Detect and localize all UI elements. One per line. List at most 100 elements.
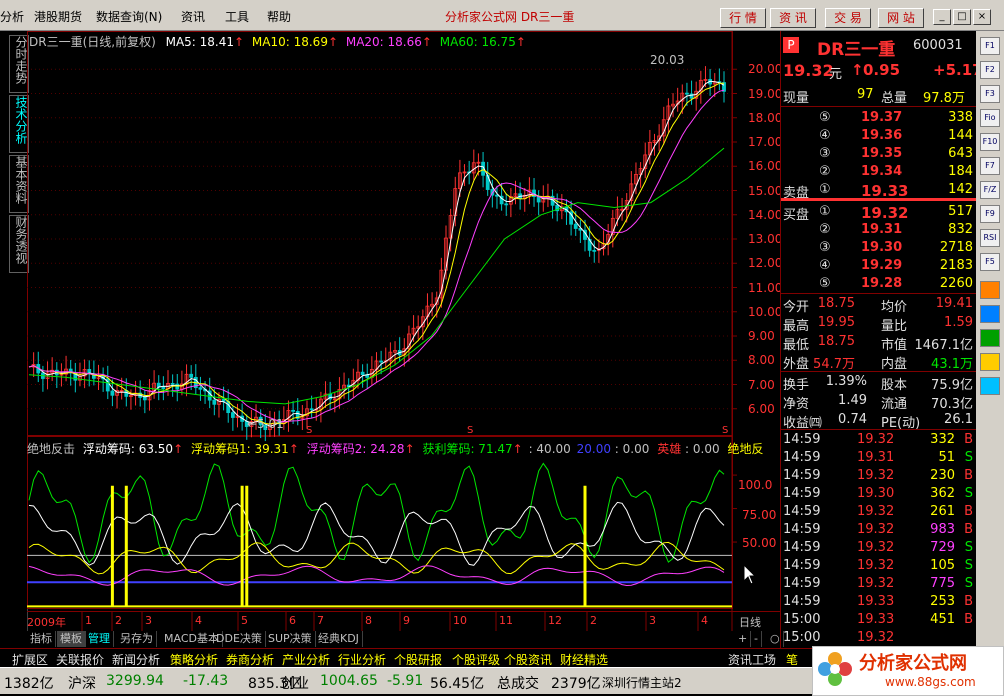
candle-body xyxy=(309,408,314,411)
toolbar-f10-icon[interactable]: F10 xyxy=(980,133,1000,151)
toolbar-fio-icon[interactable]: Fio xyxy=(980,109,1000,127)
tab-8[interactable]: 经典KDJ xyxy=(315,631,363,647)
level-number: ① xyxy=(819,182,831,197)
x-axis-label: 10 xyxy=(453,614,467,627)
minimize-icon[interactable]: _ xyxy=(933,9,951,25)
func-item[interactable]: 策略分析 xyxy=(170,651,218,668)
indicator-name: 绝地反击 xyxy=(27,442,76,456)
toolbar-f1-icon[interactable]: F1 xyxy=(980,37,1000,55)
menu-item-hk-futures[interactable]: 港股期货 xyxy=(34,8,82,25)
maximize-icon[interactable]: □ xyxy=(953,9,971,25)
tab-technical[interactable]: 技术分析 xyxy=(9,95,29,153)
tab-intraday[interactable]: 分时走势 xyxy=(9,35,29,93)
y-tick-label: 14.00 xyxy=(748,207,783,222)
bid-volume: 2260 xyxy=(939,276,973,291)
tick-side: B xyxy=(964,594,973,609)
close-icon[interactable]: × xyxy=(973,9,991,25)
func-item[interactable]: 资讯工场 xyxy=(728,651,776,668)
total-turnover-value: 2379亿 xyxy=(551,676,601,692)
func-item[interactable]: 财经精选 xyxy=(560,651,608,668)
func-item[interactable]: 个股研报 xyxy=(394,651,442,668)
toolbar-f7-icon[interactable]: F7 xyxy=(980,157,1000,175)
stat-value: 1467.1亿 xyxy=(914,338,974,353)
ask-volume: 144 xyxy=(948,128,973,143)
toolbar-shortcut-icon[interactable] xyxy=(980,353,1000,371)
tick-volume: 51 xyxy=(938,450,955,465)
trade-button[interactable]: 交 易 xyxy=(825,8,871,28)
tab-profile[interactable]: 基本资料 xyxy=(9,155,29,213)
ask-volume: 142 xyxy=(948,182,973,197)
info-button[interactable]: 资 讯 xyxy=(770,8,816,28)
server-name[interactable]: 深圳行情主站2 xyxy=(602,674,682,691)
tab-4[interactable]: 另存为 xyxy=(117,631,157,647)
kline-chart xyxy=(27,31,780,631)
toolbar-rsi-icon[interactable]: RSI xyxy=(980,229,1000,247)
logo-url: www.88gs.com xyxy=(885,675,976,689)
low-price-label: ←5.01 xyxy=(247,417,284,431)
toolbar-shortcut-icon[interactable] xyxy=(980,377,1000,395)
tick-row: 14:59 19.32 775 S xyxy=(781,575,977,593)
zoom-in-button[interactable]: + xyxy=(735,631,752,647)
func-item[interactable]: 笔 xyxy=(786,651,798,668)
y-tick-label: 19.00 xyxy=(748,86,783,101)
bid-row: ④ 19.29 2183 xyxy=(781,257,977,275)
candle-body xyxy=(291,409,296,412)
menu-item-data-query[interactable]: 数据查询(N) xyxy=(96,8,162,25)
website-button[interactable]: 网 站 xyxy=(878,8,924,28)
zoom-out-button[interactable]: - xyxy=(751,631,762,647)
now-volume-label: 现量 xyxy=(783,91,810,106)
toolbar-f3-icon[interactable]: F3 xyxy=(980,85,1000,103)
stat-value: 19.95 xyxy=(817,315,855,330)
toolbar-fz-icon[interactable]: F/Z xyxy=(980,181,1000,199)
func-item[interactable]: 个股评级 xyxy=(452,651,500,668)
candle-body xyxy=(360,371,365,376)
menu-item-news[interactable]: 资讯 xyxy=(181,8,205,25)
mouse-cursor-icon xyxy=(743,564,757,585)
y-tick-label: 9.00 xyxy=(748,329,775,343)
toolbar-shortcut-icon[interactable] xyxy=(980,281,1000,299)
period-label[interactable]: 日线 xyxy=(739,614,761,630)
func-item[interactable]: 行业分析 xyxy=(338,651,386,668)
tick-time: 14:59 xyxy=(783,540,821,555)
func-item[interactable]: 关联报价 xyxy=(56,651,104,668)
tab-6[interactable]: DDE决策 xyxy=(213,631,266,647)
y-tick-label: 17.00 xyxy=(748,135,783,149)
tab-7[interactable]: SUP决策 xyxy=(265,631,316,647)
stat-row: 最低 18.75 市值 1467.1亿 xyxy=(781,333,977,353)
chart-area: DR三一重(日线,前复权) MA5: 18.41↑ MA10: 18.69↑ M… xyxy=(27,31,783,632)
menu-item-tools[interactable]: 工具 xyxy=(225,8,249,25)
tab-finance[interactable]: 财务透视 xyxy=(9,215,29,273)
func-item[interactable]: 个股资讯 xyxy=(504,651,552,668)
tick-row: 14:59 19.31 51 S xyxy=(781,449,977,467)
x-axis-label: 11 xyxy=(499,614,513,627)
y-tick-label: 10.00 xyxy=(748,304,783,319)
tab-3[interactable]: 管理 xyxy=(85,631,114,647)
func-item[interactable]: 新闻分析 xyxy=(112,651,160,668)
func-item[interactable]: 产业分析 xyxy=(282,651,330,668)
y-tick-label: 20.00 xyxy=(748,62,783,77)
fin-label: 流通 xyxy=(881,397,908,412)
toolbar-f9-icon[interactable]: F9 xyxy=(980,205,1000,223)
menu-item-help[interactable]: 帮助 xyxy=(267,8,291,25)
tick-time: 14:59 xyxy=(783,450,821,465)
toolbar-shortcut-icon[interactable] xyxy=(980,329,1000,347)
toolbar-f5-icon[interactable]: F5 xyxy=(980,253,1000,271)
tab-1[interactable]: 指标 xyxy=(27,631,56,647)
signal-s-mark: S xyxy=(722,425,729,436)
menu-bar: 分析 港股期货 数据查询(N) 资讯 工具 帮助 分析家公式网 DR三一重 行 … xyxy=(0,0,1004,31)
toolbar-shortcut-icon[interactable] xyxy=(980,305,1000,323)
func-item[interactable]: 扩展区 xyxy=(12,651,48,668)
x-axis-label: 3 xyxy=(649,614,656,627)
ask-price: 19.35 xyxy=(861,146,903,161)
menu-item-analysis[interactable]: 分析 xyxy=(0,8,24,25)
x-axis-label: 5 xyxy=(241,614,248,627)
price-unit: 元 xyxy=(829,67,843,82)
toolbar-f2-icon[interactable]: F2 xyxy=(980,61,1000,79)
reset-button[interactable]: ○ xyxy=(767,631,784,647)
main-chart-frame xyxy=(27,31,733,436)
ask-volume: 338 xyxy=(948,110,973,125)
cy-index-change: -5.91 xyxy=(387,673,424,689)
tab-2[interactable]: 模板 xyxy=(57,631,86,647)
quote-button[interactable]: 行 情 xyxy=(720,8,766,28)
func-item[interactable]: 券商分析 xyxy=(226,651,274,668)
